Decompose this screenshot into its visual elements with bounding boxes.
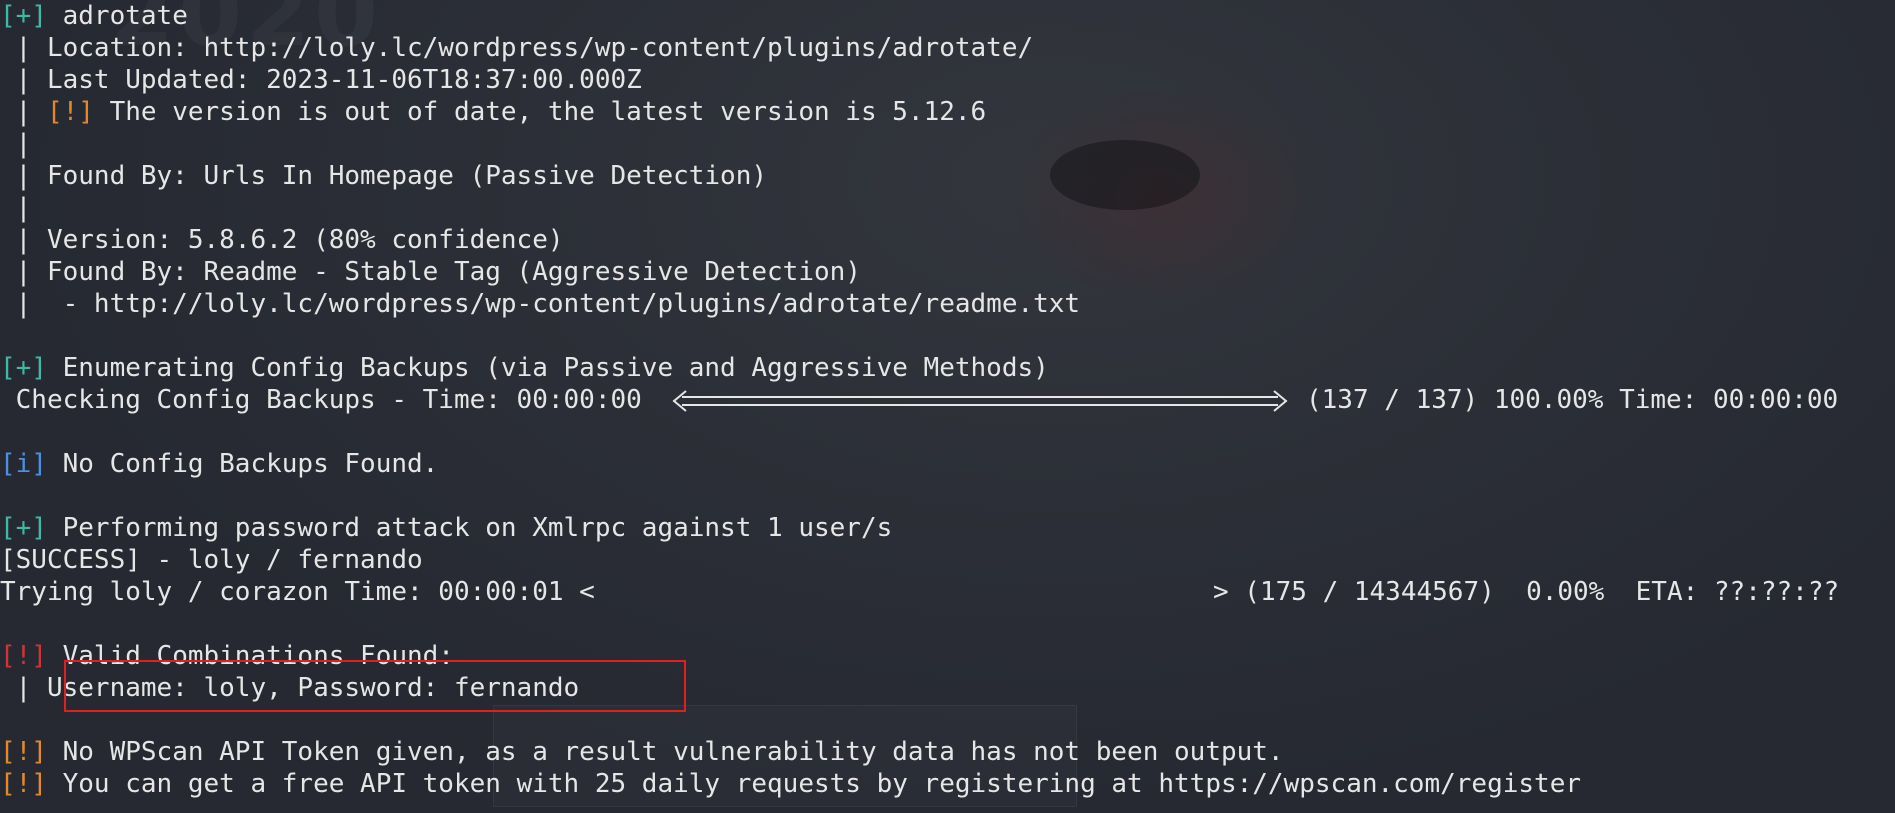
api-token-info-text: You can get a free API token with 25 dai… xyxy=(46,769,1581,799)
warning-text: The version is out of date, the latest v… xyxy=(93,97,987,127)
output-line-password-attack: [+] Performing password attack on Xmlrpc… xyxy=(0,512,892,544)
output-line-last-updated: | Last Updated: 2023-11-06T18:37:00.000Z xyxy=(0,65,642,95)
output-line-tree-spacer: | xyxy=(0,129,32,159)
output-line-checking-backups: Checking Config Backups - Time: 00:00:00 xyxy=(0,384,642,416)
output-line-version: | Version: 5.8.6.2 (80% confidence) xyxy=(0,225,564,255)
no-backups-text: No Config Backups Found. xyxy=(46,449,439,479)
status-tag-warning: [!] xyxy=(0,769,47,799)
output-line-found-by-readme: | Found By: Readme - Stable Tag (Aggress… xyxy=(0,257,861,287)
password-attack-text: Performing password attack on Xmlrpc aga… xyxy=(46,513,893,543)
status-tag-info: [i] xyxy=(0,449,47,479)
output-line-found-by: | Found By: Urls In Homepage (Passive De… xyxy=(0,161,768,191)
output-line-version-warning: | [!] The version is out of date, the la… xyxy=(0,96,987,128)
status-tag-plus: [+] xyxy=(0,513,47,543)
tree-prefix: | xyxy=(0,97,47,127)
output-line-no-backups: [i] No Config Backups Found. xyxy=(0,448,438,480)
background-wallpaper-eye xyxy=(1010,90,1310,300)
output-line-plugin: [+] adrotate xyxy=(0,0,188,32)
checking-backups-progress: (137 / 137) 100.00% Time: 00:00:00 xyxy=(1306,385,1839,415)
enumerating-text: Enumerating Config Backups (via Passive … xyxy=(46,353,1049,383)
output-line-success: [SUCCESS] - loly / fernando xyxy=(0,545,423,575)
output-line-readme-url: | - http://loly.lc/wordpress/wp-content/… xyxy=(0,289,1081,319)
background-wallpaper-eye-inner xyxy=(1050,140,1200,210)
progress-double-arrow-icon xyxy=(672,390,1288,412)
trying-progress: > (175 / 14344567) 0.00% ETA: ??:??:?? xyxy=(1213,577,1840,607)
status-tag-error: [!] xyxy=(0,641,47,671)
status-tag-warning: [!] xyxy=(0,737,47,767)
output-line-api-token-info: [!] You can get a free API token with 25… xyxy=(0,768,1581,800)
output-line-tree-spacer: | xyxy=(0,193,32,223)
status-tag-warning: [!] xyxy=(46,97,94,127)
output-line-location: | Location: http://loly.lc/wordpress/wp-… xyxy=(0,33,1034,63)
credentials-highlight-box xyxy=(64,660,686,712)
status-tag-plus: [+] xyxy=(0,353,47,383)
no-api-token-text: No WPScan API Token given, as a result v… xyxy=(46,737,1284,767)
output-line-trying: Trying loly / corazon Time: 00:00:01 < xyxy=(0,577,595,607)
output-line-enumerating-backups: [+] Enumerating Config Backups (via Pass… xyxy=(0,352,1049,384)
output-line-no-api-token: [!] No WPScan API Token given, as a resu… xyxy=(0,736,1284,768)
status-tag-plus: [+] xyxy=(0,1,47,31)
terminal-window[interactable]: 2020 [+] adrotate | Location: http://lol… xyxy=(0,0,1895,813)
checking-backups-text: Checking Config Backups - Time: 00:00:00 xyxy=(0,385,642,415)
plugin-name: adrotate xyxy=(46,1,188,31)
